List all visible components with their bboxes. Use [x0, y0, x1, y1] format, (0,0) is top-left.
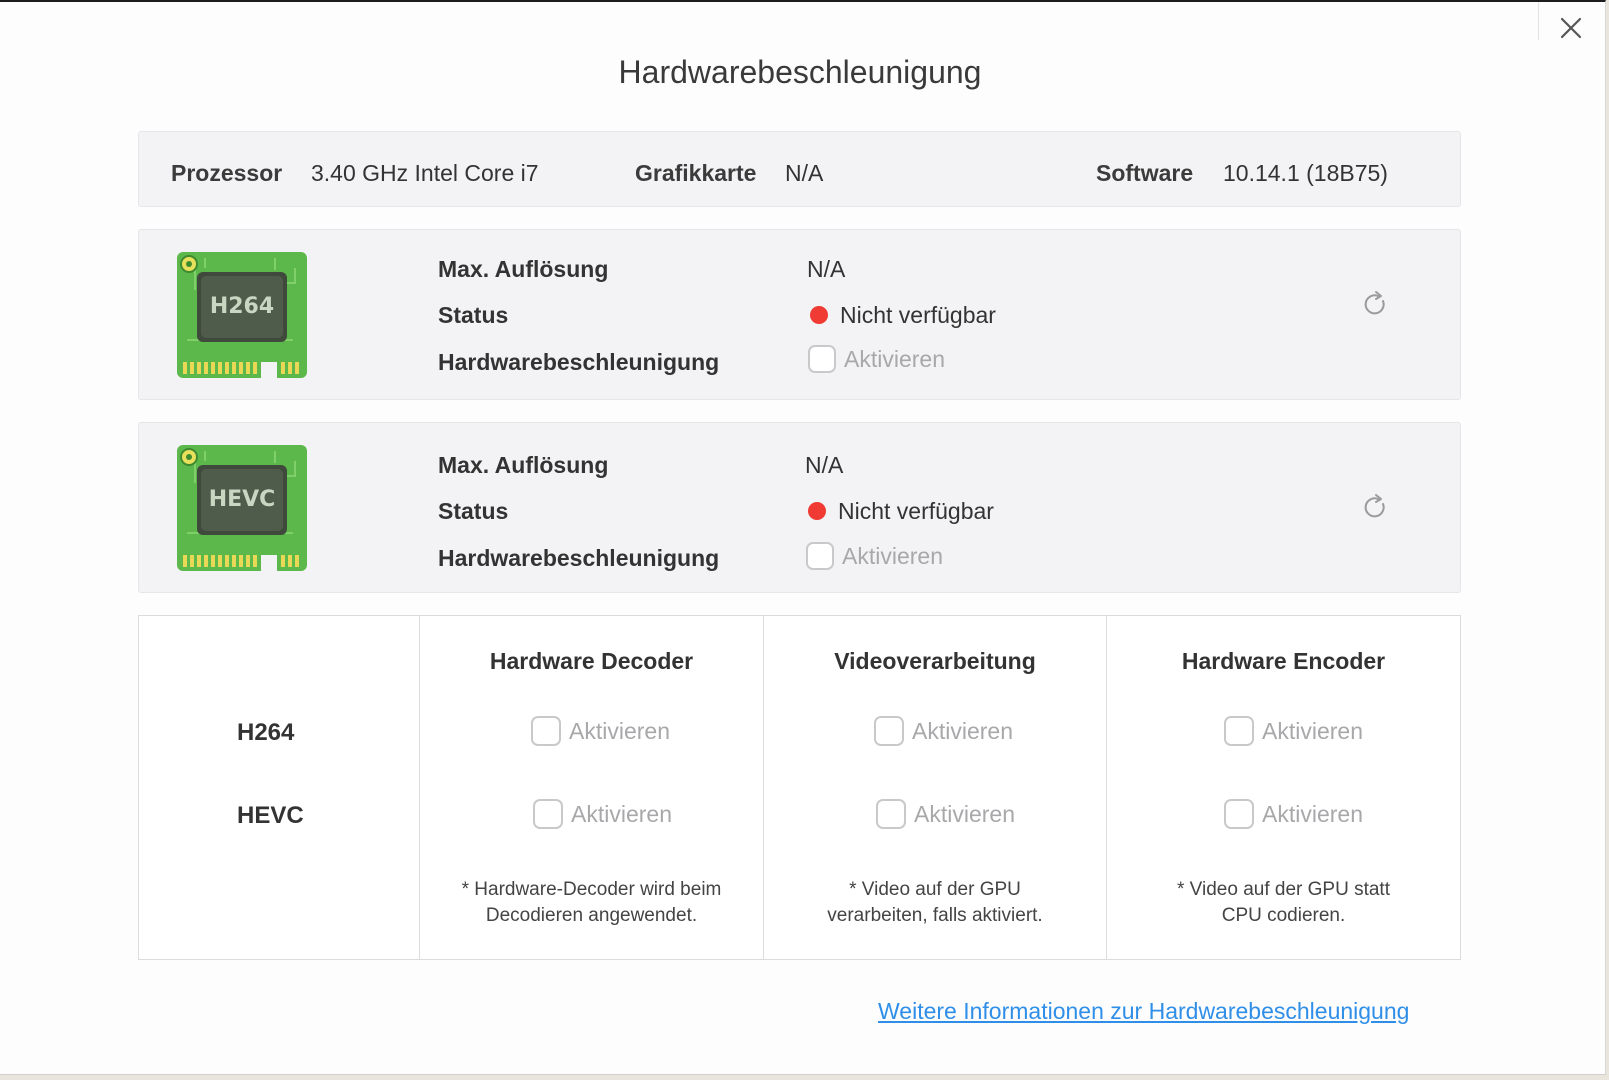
- close-button[interactable]: [1553, 10, 1589, 46]
- chip-label: HEVC: [209, 487, 276, 512]
- checkbox-box[interactable]: [531, 716, 561, 746]
- enable-checkbox-h264[interactable]: Aktivieren: [808, 345, 945, 373]
- chip-label: H264: [210, 294, 274, 319]
- hardware-acceleration-label: Hardwarebeschleunigung: [438, 545, 720, 571]
- gpu-value: N/A: [785, 160, 824, 186]
- hevc-video-processing-checkbox[interactable]: Aktivieren: [876, 799, 1015, 829]
- close-divider: [1538, 2, 1539, 40]
- software-value: 10.14.1 (18B75): [1223, 160, 1388, 186]
- note-line: verarbeiten, falls aktiviert.: [827, 905, 1043, 926]
- refresh-icon: [1364, 291, 1385, 315]
- checkbox-label: Aktivieren: [914, 800, 1015, 827]
- column-header-encoder: Hardware Encoder: [1181, 648, 1386, 674]
- row-header-hevc: HEVC: [237, 802, 304, 829]
- note-line: Decodieren angewendet.: [485, 905, 698, 926]
- software-label: Software: [1096, 160, 1194, 186]
- checkbox-box[interactable]: [806, 542, 834, 570]
- status-indicator-dot: [810, 306, 828, 324]
- refresh-button-h264[interactable]: [1361, 290, 1389, 318]
- row-header-h264: H264: [237, 719, 295, 746]
- checkbox-label: Aktivieren: [569, 717, 670, 744]
- checkbox-box[interactable]: [1224, 799, 1254, 829]
- status-value: Nicht verfügbar: [840, 302, 996, 328]
- hevc-encoder-checkbox[interactable]: Aktivieren: [1224, 799, 1363, 829]
- note-line: * Video auf der GPU statt: [1177, 879, 1390, 900]
- status-label: Status: [438, 302, 509, 328]
- processor-label: Prozessor: [171, 160, 283, 186]
- checkbox-label: Aktivieren: [571, 800, 672, 827]
- chip-icon: HEVC: [177, 445, 307, 573]
- video-processing-note: * Video auf der GPU verarbeiten, falls a…: [764, 877, 1106, 929]
- codec-card-hevc: HEVC Max. Auflösung N/A Status Nicht ver…: [138, 422, 1461, 593]
- checkbox-box[interactable]: [876, 799, 906, 829]
- processor-value: 3.40 GHz Intel Core i7: [311, 160, 539, 186]
- checkbox-box[interactable]: [1224, 716, 1254, 746]
- checkbox-label: Aktivieren: [1262, 717, 1363, 744]
- more-info-link[interactable]: Weitere Informationen zur Hardwarebeschl…: [878, 998, 1409, 1025]
- checkbox-label: Aktivieren: [912, 717, 1013, 744]
- column-header-video-processing: Videoverarbeitung: [834, 648, 1036, 674]
- max-resolution-label: Max. Auflösung: [438, 256, 609, 282]
- checkbox-label: Aktivieren: [844, 345, 945, 372]
- status-indicator-dot: [808, 502, 826, 520]
- enable-checkbox-hevc[interactable]: Aktivieren: [806, 542, 943, 570]
- dialog-title: Hardwarebeschleunigung: [618, 54, 982, 90]
- column-header-decoder: Hardware Decoder: [489, 648, 694, 674]
- h264-encoder-checkbox[interactable]: Aktivieren: [1224, 716, 1363, 746]
- feature-matrix: Hardware Decoder Videoverarbeitung Hardw…: [138, 615, 1461, 960]
- note-line: * Hardware-Decoder wird beim: [461, 879, 722, 900]
- encoder-note: * Video auf der GPU statt CPU codieren.: [1107, 877, 1460, 929]
- checkbox-label: Aktivieren: [1262, 800, 1363, 827]
- max-resolution-label: Max. Auflösung: [438, 452, 609, 478]
- checkbox-box[interactable]: [874, 716, 904, 746]
- hardware-acceleration-dialog: Hardwarebeschleunigung Prozessor 3.40 GH…: [0, 0, 1606, 1075]
- close-icon: [1560, 17, 1582, 39]
- gpu-label: Grafikkarte: [635, 160, 757, 186]
- max-resolution-value: N/A: [805, 452, 844, 478]
- decoder-note: * Hardware-Decoder wird beim Decodieren …: [420, 877, 763, 929]
- refresh-button-hevc[interactable]: [1361, 493, 1389, 521]
- checkbox-label: Aktivieren: [842, 542, 943, 569]
- note-line: CPU codieren.: [1221, 905, 1346, 926]
- refresh-icon: [1364, 494, 1385, 518]
- h264-video-processing-checkbox[interactable]: Aktivieren: [874, 716, 1013, 746]
- checkbox-box[interactable]: [533, 799, 563, 829]
- system-info-bar: Prozessor 3.40 GHz Intel Core i7 Grafikk…: [138, 131, 1461, 207]
- h264-decoder-checkbox[interactable]: Aktivieren: [531, 716, 670, 746]
- chip-icon: H264: [177, 252, 307, 380]
- note-line: * Video auf der GPU: [849, 879, 1021, 900]
- codec-card-h264: H264 Max. Auflösung N/A Status Nicht ver…: [138, 229, 1461, 400]
- hardware-acceleration-label: Hardwarebeschleunigung: [438, 349, 720, 375]
- checkbox-box[interactable]: [808, 345, 836, 373]
- hevc-decoder-checkbox[interactable]: Aktivieren: [533, 799, 672, 829]
- status-value: Nicht verfügbar: [838, 498, 994, 524]
- max-resolution-value: N/A: [807, 256, 846, 282]
- status-label: Status: [438, 498, 509, 524]
